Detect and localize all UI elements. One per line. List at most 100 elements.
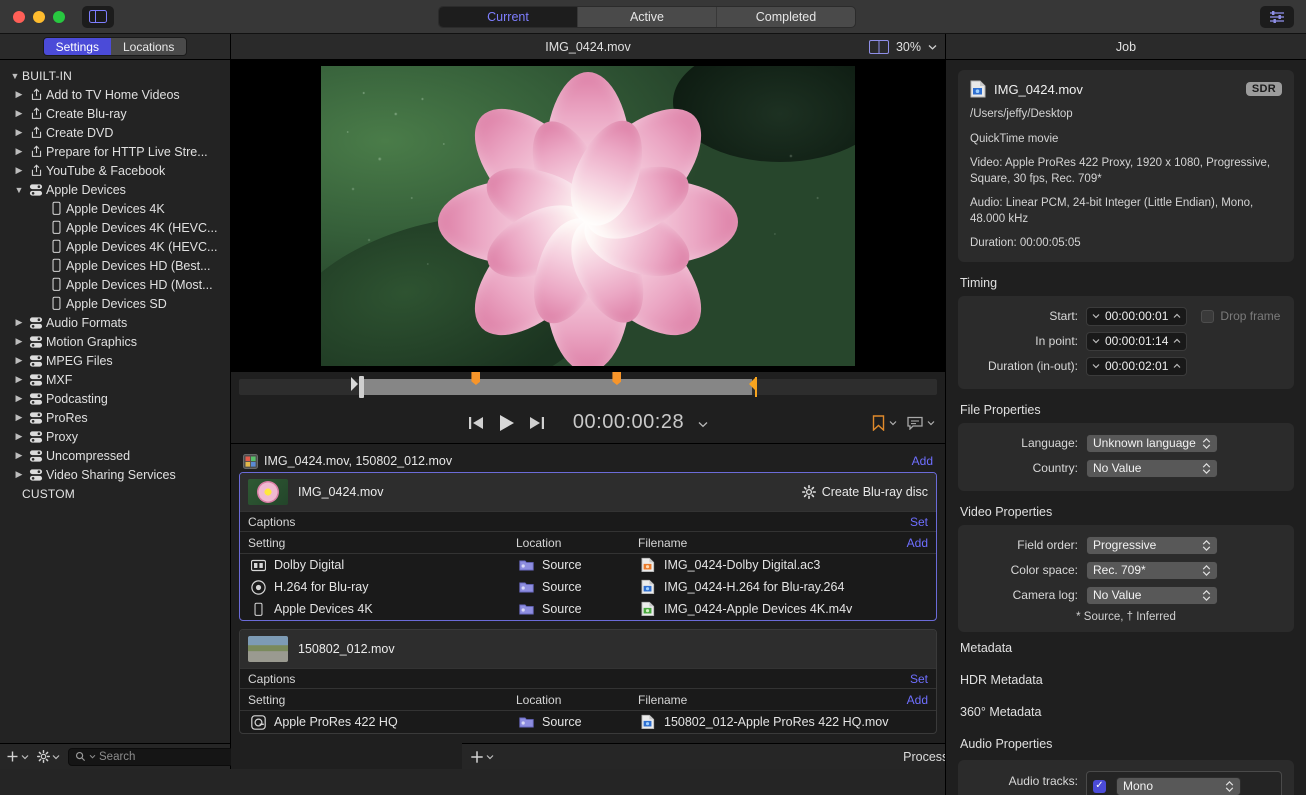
hdr-metadata-section[interactable]: HDR Metadata [960, 664, 1294, 696]
table-row[interactable]: Apple ProRes 422 HQSource150802_012-Appl… [240, 711, 936, 733]
chevron-down-icon[interactable] [698, 421, 708, 428]
job-card[interactable]: IMG_0424.movCreate Blu-ray discCaptionsS… [239, 472, 937, 621]
zoom-button[interactable] [53, 11, 65, 23]
audio-track-item[interactable]: ✓ Mono [1093, 777, 1275, 795]
play-icon[interactable] [498, 414, 515, 432]
disclosure-triangle[interactable]: ▶ [12, 355, 26, 366]
zoom-level[interactable]: 30% [896, 40, 921, 54]
tree-group[interactable]: ▶Uncompressed [0, 446, 230, 465]
chevron-down-icon[interactable] [1092, 338, 1100, 344]
tree-setting[interactable]: Apple Devices SD [0, 294, 230, 313]
tree-group[interactable]: ▶Prepare for HTTP Live Stre... [0, 142, 230, 161]
tree-setting[interactable]: Apple Devices 4K (HEVC... [0, 218, 230, 237]
tree-group[interactable]: ▶YouTube & Facebook [0, 161, 230, 180]
caption-menu-button[interactable] [907, 416, 935, 430]
tree-group[interactable]: ▶ProRes [0, 408, 230, 427]
disclosure-triangle[interactable]: ▶ [12, 469, 26, 480]
out-point-marker[interactable] [747, 377, 757, 397]
inspector-toggle-button[interactable] [1260, 6, 1294, 28]
disclosure-triangle[interactable]: ▶ [12, 127, 26, 138]
settings-tree[interactable]: ▼BUILT-IN▶Add to TV Home Videos▶Create B… [0, 60, 230, 750]
duration-field[interactable]: 00:00:02:01 [1086, 357, 1187, 376]
tree-group[interactable]: ▶MPEG Files [0, 351, 230, 370]
tree-group[interactable]: ▶Motion Graphics [0, 332, 230, 351]
chevron-up-icon[interactable] [1173, 363, 1181, 369]
table-row[interactable]: Dolby DigitalSourceIMG_0424-Dolby Digita… [240, 554, 936, 576]
batch-status-tabs[interactable]: Current Active Completed [438, 6, 856, 28]
skip-forward-icon[interactable] [529, 416, 545, 430]
disclosure-triangle[interactable]: ▶ [12, 108, 26, 119]
chevron-down-icon[interactable] [1092, 313, 1100, 319]
audio-track-popup[interactable]: Mono [1116, 777, 1241, 795]
tree-group[interactable]: ▶Proxy [0, 427, 230, 446]
tree-header[interactable]: CUSTOM [0, 484, 230, 503]
tree-group[interactable]: ▶Podcasting [0, 389, 230, 408]
captions-row[interactable]: CaptionsSet [240, 511, 936, 532]
output-add-link[interactable]: Add [907, 693, 928, 707]
tab-completed[interactable]: Completed [717, 7, 855, 27]
sidebar-tab-settings[interactable]: Settings [44, 38, 111, 55]
search-input[interactable] [99, 751, 253, 763]
disclosure-triangle[interactable]: ▶ [12, 431, 26, 442]
current-timecode[interactable]: 00:00:00:28 [573, 411, 684, 434]
split-view-button[interactable] [869, 40, 889, 54]
drop-frame-control[interactable]: ✓ Drop frame [1201, 309, 1280, 323]
add-job-button[interactable] [470, 750, 494, 764]
table-row[interactable]: Apple Devices 4KSourceIMG_0424-Apple Dev… [240, 598, 936, 620]
job-action-button[interactable]: Create Blu-ray disc [802, 485, 928, 499]
job-card-header[interactable]: IMG_0424.movCreate Blu-ray disc [240, 473, 936, 511]
minimize-button[interactable] [33, 11, 45, 23]
disclosure-triangle[interactable]: ▶ [12, 393, 26, 404]
captions-row[interactable]: CaptionsSet [240, 668, 936, 689]
add-setting-button[interactable] [6, 750, 29, 763]
start-field[interactable]: 00:00:00:01 [1086, 307, 1187, 326]
disclosure-triangle[interactable]: ▼ [12, 185, 26, 195]
disclosure-triangle[interactable]: ▶ [12, 412, 26, 423]
sidebar-tab-locations[interactable]: Locations [111, 38, 186, 55]
chevron-down-icon[interactable] [1092, 363, 1100, 369]
tree-group[interactable]: ▼Apple Devices [0, 180, 230, 199]
disclosure-triangle[interactable]: ▶ [12, 146, 26, 157]
tree-setting[interactable]: Apple Devices HD (Most... [0, 275, 230, 294]
disclosure-triangle[interactable]: ▶ [12, 450, 26, 461]
chevron-down-icon[interactable] [928, 44, 937, 50]
job-card[interactable]: 150802_012.movCaptionsSetSettingLocation… [239, 629, 937, 734]
output-add-link[interactable]: Add [907, 536, 928, 550]
disclosure-triangle[interactable]: ▶ [12, 317, 26, 328]
disclosure-triangle[interactable]: ▼ [8, 71, 22, 81]
tab-active[interactable]: Active [578, 7, 717, 27]
tree-group[interactable]: ▶Audio Formats [0, 313, 230, 332]
chevron-up-icon[interactable] [1173, 313, 1181, 319]
tree-setting[interactable]: Apple Devices 4K (HEVC... [0, 237, 230, 256]
tree-setting[interactable]: Apple Devices HD (Best... [0, 256, 230, 275]
batch-list[interactable]: IMG_0424.mov, 150802_012.mov Add IMG_042… [231, 444, 945, 768]
tree-header[interactable]: ▼BUILT-IN [0, 66, 230, 85]
skip-back-icon[interactable] [468, 416, 484, 430]
in-point-marker[interactable] [351, 377, 360, 397]
disclosure-triangle[interactable]: ▶ [12, 374, 26, 385]
metadata-section[interactable]: Metadata [960, 632, 1294, 664]
audio-track-checkbox[interactable]: ✓ [1093, 780, 1106, 793]
timeline-scrubber[interactable] [231, 372, 945, 402]
job-card-header[interactable]: 150802_012.mov [240, 630, 936, 668]
tree-setting[interactable]: Apple Devices 4K [0, 199, 230, 218]
tree-group[interactable]: ▶Add to TV Home Videos [0, 85, 230, 104]
camera-log-popup[interactable]: No Value [1086, 586, 1218, 605]
sidebar-toggle-button[interactable] [82, 6, 114, 28]
tab-current[interactable]: Current [439, 7, 578, 27]
tree-group[interactable]: ▶Create DVD [0, 123, 230, 142]
language-popup[interactable]: Unknown language [1086, 434, 1218, 453]
audio-tracks-list[interactable]: ✓ Mono [1086, 771, 1282, 795]
close-button[interactable] [13, 11, 25, 23]
captions-set-link[interactable]: Set [910, 515, 928, 529]
sidebar-tab-group[interactable]: Settings Locations [43, 37, 188, 56]
disclosure-triangle[interactable]: ▶ [12, 89, 26, 100]
preview-stage[interactable] [231, 60, 945, 372]
captions-set-link[interactable]: Set [910, 672, 928, 686]
in-point-field[interactable]: 00:00:01:14 [1086, 332, 1187, 351]
360-metadata-section[interactable]: 360° Metadata [960, 696, 1294, 728]
timeline-track[interactable] [239, 379, 937, 395]
table-row[interactable]: H.264 for Blu-raySourceIMG_0424-H.264 fo… [240, 576, 936, 598]
batch-add-link[interactable]: Add [912, 454, 933, 468]
disclosure-triangle[interactable]: ▶ [12, 336, 26, 347]
